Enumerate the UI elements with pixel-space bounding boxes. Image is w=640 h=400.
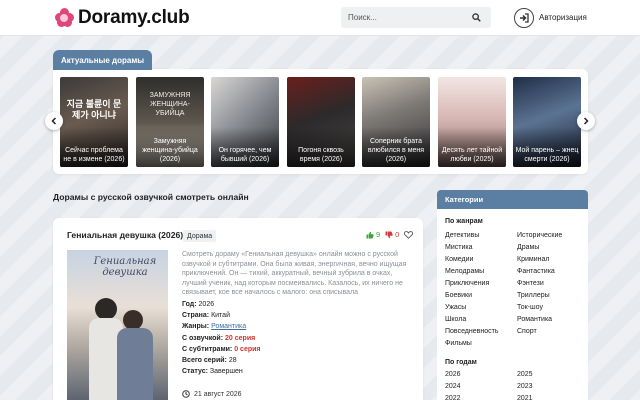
carousel-card[interactable]: Мой парень – жнец смерти (2026) [513, 77, 581, 167]
search-box [341, 7, 491, 28]
thumbs-down-icon [385, 231, 393, 238]
info-dub: С озвучкой: 20 серия [182, 334, 256, 342]
actual-dramas-tab[interactable]: Актуальные дорамы [53, 50, 153, 70]
genre-link[interactable]: Криминал [517, 256, 549, 263]
info-year: Год: 2026 [182, 301, 215, 308]
years-subtitle: По годам [445, 359, 477, 366]
post-type-badge[interactable]: Дорама [183, 230, 217, 242]
section-title: Дорамы с русской озвучкой смотреть онлай… [53, 192, 249, 202]
sign-in-icon [514, 7, 534, 28]
login-label: Авторизация [539, 13, 587, 22]
genre-link[interactable]: Ужасы [445, 304, 466, 311]
search-icon [471, 13, 481, 22]
categories-header: Категории [437, 190, 588, 209]
sakura-icon [55, 8, 75, 28]
carousel-card[interactable]: 지금 불륜이 문제가 아니냐 Сейчас проблема не в изме… [60, 77, 128, 167]
info-country: Страна: Китай [182, 312, 230, 320]
logo-text: Doramy.club [78, 7, 190, 28]
genre-link[interactable]: Фэнтези [517, 280, 544, 287]
genre-link[interactable]: Мистика [445, 244, 472, 251]
year-link[interactable]: 2026 [445, 371, 461, 378]
genre-link[interactable]: Триллеры [517, 292, 550, 299]
genre-link[interactable]: Боевики [445, 292, 472, 299]
card-title: Он горячее, чем бывший (2026) [218, 147, 272, 163]
card-title: Десять лет тайной любви (2025) [441, 147, 503, 163]
carousel-next-button[interactable] [577, 112, 595, 130]
genre-link[interactable]: Детективы [445, 232, 479, 239]
like-count: 9 [376, 230, 381, 239]
carousel-card[interactable]: ЗАМУЖНЯЯ ЖЕНЩИНА-УБИЙЦА Замужняя женщина… [136, 77, 204, 167]
post-title[interactable]: Гениальная девушка (2026) [67, 230, 183, 240]
info-status: Статус: Завершен [182, 368, 243, 376]
post-poster-text: Гениальная девушка [93, 256, 157, 278]
site-logo[interactable]: Doramy.club [55, 6, 190, 30]
info-total: Всего серий: 28 [182, 357, 237, 365]
genre-link[interactable]: Фильмы [445, 340, 472, 347]
genre-link[interactable]: Ток-шоу [517, 304, 543, 311]
genre-link[interactable]: Повседневность [445, 328, 498, 335]
genre-link[interactable]: Исторические [517, 232, 562, 239]
dislike-button[interactable]: 0 [385, 230, 399, 239]
genre-link[interactable]: Приключения [445, 280, 489, 287]
genre-link[interactable]: Мелодрамы [445, 268, 484, 275]
year-link[interactable]: 2024 [445, 383, 461, 390]
post-votes: 9 0 [366, 230, 418, 239]
year-link[interactable]: 2021 [517, 395, 533, 400]
info-genres: Жанры: Романтика [182, 323, 247, 331]
year-link[interactable]: 2023 [517, 383, 533, 390]
chevron-left-icon [51, 117, 57, 125]
post-date: 21 август 2026 [182, 390, 242, 398]
post-info: Год: 2026 Страна: Китай Жанры: Романтика… [182, 299, 261, 377]
card-title: Мой парень – жнец смерти (2026) [515, 147, 579, 163]
post-poster[interactable]: Гениальная девушка [67, 250, 168, 400]
card-title: Замужняя женщина-убийца (2026) [142, 138, 198, 163]
carousel-card[interactable]: Погоня сквозь время (2026) [287, 77, 355, 167]
login-button[interactable]: Авторизация [514, 7, 587, 28]
genre-link[interactable]: Фантастика [517, 268, 555, 275]
genre-link[interactable]: Романтика [211, 323, 246, 330]
post-description: Смотреть дораму «Гениальная девушка» онл… [182, 251, 407, 296]
card-title: Погоня сквозь время (2026) [298, 147, 344, 163]
genre-link[interactable]: Спорт [517, 328, 537, 335]
clock-icon [182, 390, 190, 398]
chevron-right-icon [583, 117, 589, 125]
carousel-card[interactable]: Соперник брата влюбился в меня (2026) [362, 77, 430, 167]
genre-link[interactable]: Комедии [445, 256, 473, 263]
card-poster-text: ЗАМУЖНЯЯ ЖЕНЩИНА-УБИЙЦА [149, 92, 191, 117]
year-link[interactable]: 2022 [445, 395, 461, 400]
genre-link[interactable]: Школа [445, 316, 466, 323]
carousel-card[interactable]: Десять лет тайной любви (2025) [438, 77, 506, 167]
post-date-text: 21 август 2026 [194, 390, 242, 398]
heart-icon [404, 230, 414, 239]
site-header: Doramy.club Авторизация [0, 0, 640, 36]
genre-link[interactable]: Романтика [517, 316, 552, 323]
carousel-card[interactable]: Он горячее, чем бывший (2026) [211, 77, 279, 167]
carousel-prev-button[interactable] [45, 112, 63, 130]
info-subs: С субтитрами: 0 серия [182, 345, 261, 353]
card-title: Сейчас проблема не в измене (2026) [63, 147, 125, 163]
search-button[interactable] [466, 7, 486, 28]
genres-subtitle: По жанрам [445, 218, 483, 225]
card-poster-text: 지금 불륜이 문제가 아니냐 [66, 99, 122, 120]
like-button[interactable]: 9 [366, 230, 380, 239]
search-input[interactable] [341, 13, 466, 22]
year-link[interactable]: 2025 [517, 371, 533, 378]
thumbs-up-icon [366, 231, 374, 238]
favorite-button[interactable] [404, 230, 414, 239]
genre-link[interactable]: Драмы [517, 244, 539, 251]
dislike-count: 0 [395, 230, 400, 239]
card-title: Соперник брата влюбился в меня (2026) [367, 138, 425, 163]
